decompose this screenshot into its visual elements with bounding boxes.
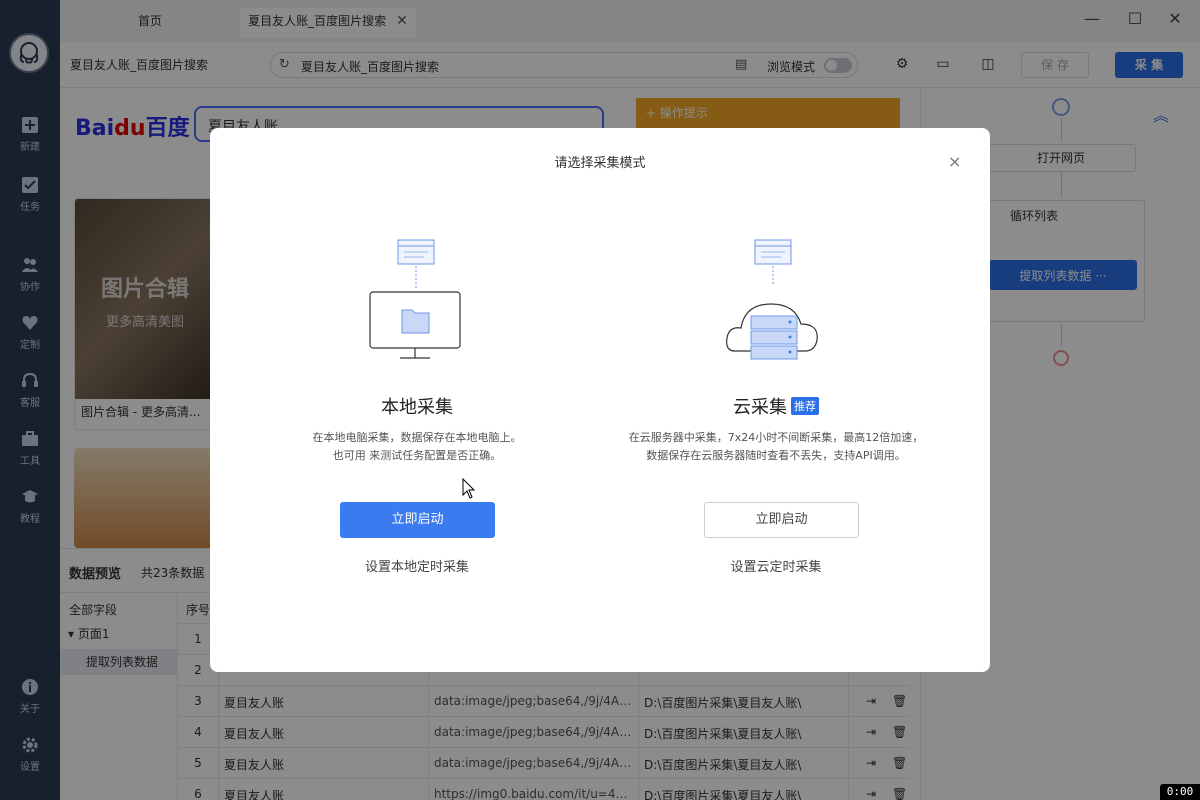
cloud-desc-line2: 数据保存在云服务器随时查看不丢失，支持API调用。 bbox=[646, 449, 906, 462]
cloud-collect-desc: 在云服务器中采集，7x24小时不间断采集，最高12倍加速， 数据保存在云服务器随… bbox=[581, 429, 971, 465]
cloud-collect-option: 云采集 推荐 在云服务器中采集，7x24小时不间断采集，最高12倍加速， 数据保存… bbox=[600, 128, 990, 672]
local-collect-option: 本地采集 在本地电脑采集，数据保存在本地电脑上。 也可用 来测试任务配置是否正确… bbox=[210, 128, 600, 672]
mouse-cursor-icon bbox=[462, 478, 476, 499]
local-collect-title: 本地采集 bbox=[381, 397, 453, 418]
schedule-cloud-link[interactable]: 设置云定时采集 bbox=[581, 556, 971, 575]
start-local-button[interactable]: 立即启动 bbox=[340, 502, 495, 538]
local-collect-desc: 在本地电脑采集，数据保存在本地电脑上。 也可用 来测试任务配置是否正确。 bbox=[222, 429, 612, 465]
cloud-server-illustration-icon bbox=[726, 239, 818, 360]
collect-mode-dialog: 请选择采集模式 × 本地采集 在本地电脑采集，数据保存在本地电脑上。 也可用 来… bbox=[210, 128, 990, 672]
computer-illustration-icon bbox=[369, 239, 461, 359]
schedule-local-link[interactable]: 设置本地定时采集 bbox=[222, 556, 612, 575]
cloud-desc-line1: 在云服务器中采集，7x24小时不间断采集，最高12倍加速， bbox=[628, 431, 924, 444]
recommend-badge: 推荐 bbox=[791, 397, 819, 415]
cloud-name: 云采集 bbox=[733, 397, 787, 418]
recording-timer: 0:00 bbox=[1160, 784, 1200, 800]
local-desc-line2: 也可用 来测试任务配置是否正确。 bbox=[332, 449, 502, 462]
local-desc-line1: 在本地电脑采集，数据保存在本地电脑上。 bbox=[312, 431, 522, 444]
start-cloud-button[interactable]: 立即启动 bbox=[704, 502, 859, 538]
cloud-collect-title: 云采集 推荐 bbox=[581, 393, 971, 419]
